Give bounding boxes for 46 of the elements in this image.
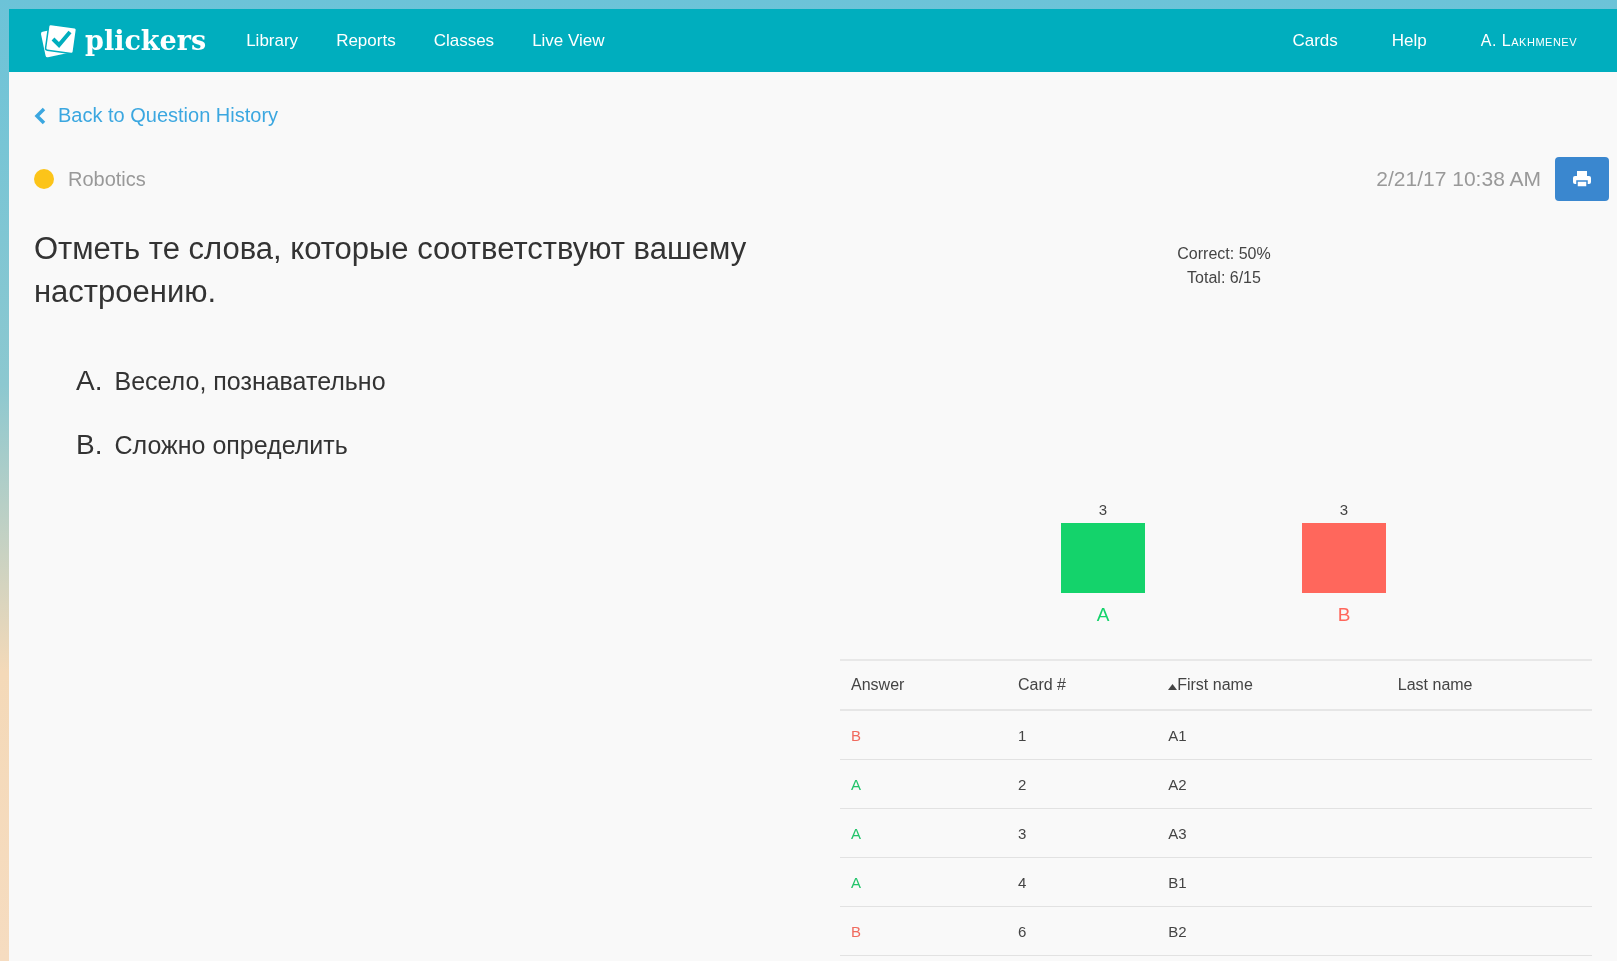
answer-cell: A (840, 759, 1007, 809)
bar-value: 3 (1339, 501, 1349, 518)
table-cell: 1 (1007, 710, 1158, 760)
logo-icon (39, 22, 79, 59)
total-stat: Total: 6/15 (1187, 269, 1261, 287)
print-button[interactable] (1555, 157, 1609, 201)
nav-link[interactable]: Cards (1292, 30, 1338, 51)
table-cell: B1 (1157, 857, 1387, 907)
logo-text[interactable]: plickers (85, 25, 207, 56)
nav-link[interactable]: Library (246, 30, 299, 51)
question-text: Отметь те слова, которые соответствуют вашему настроению. (34, 230, 748, 311)
correct-stat: Correct: 50% (1177, 245, 1271, 263)
question-date: 2/21/17 10:38 AM (1376, 167, 1541, 191)
answer-cell: A (840, 808, 1007, 858)
column-header[interactable]: Last name (1386, 660, 1592, 710)
chevron-left-icon (34, 106, 46, 125)
choice-text: Сложно определить (114, 431, 348, 460)
back-link[interactable]: Back to Question History (34, 104, 1609, 127)
nav-link[interactable]: Help (1391, 30, 1427, 51)
print-icon (1572, 170, 1592, 188)
table-cell: 4 (1007, 857, 1158, 907)
choice-text: Весело, познавательно (114, 367, 386, 396)
table-cell: A3 (1157, 808, 1387, 858)
column-header[interactable]: First name (1157, 660, 1387, 710)
nav-link[interactable]: Classes (433, 30, 495, 51)
table-cell: 2 (1007, 759, 1158, 809)
answer-cell: B (840, 906, 1007, 956)
user-menu[interactable]: A. Lakhmenev (1480, 31, 1577, 50)
table-cell: A2 (1157, 759, 1387, 809)
class-name: Robotics (68, 167, 146, 191)
column-header[interactable]: Answer (840, 660, 1007, 710)
answer-cell: B (840, 710, 1007, 760)
choice-letter: A. (76, 365, 103, 397)
bar-value: 3 (1098, 501, 1108, 518)
sort-icon (1168, 684, 1178, 690)
table-cell: 6 (1007, 906, 1158, 956)
nav-link[interactable]: Live View (532, 30, 605, 51)
table-cell: 3 (1007, 808, 1158, 858)
choice-letter: B. (76, 429, 103, 461)
table-cell: B2 (1157, 906, 1387, 956)
bar-label: B (1337, 604, 1351, 625)
bar-label: A (1096, 604, 1110, 625)
nav-link[interactable]: Reports (336, 30, 396, 51)
table-cell: A1 (1157, 710, 1387, 760)
column-header[interactable]: Card # (1007, 660, 1158, 710)
answer-cell: A (840, 857, 1007, 907)
